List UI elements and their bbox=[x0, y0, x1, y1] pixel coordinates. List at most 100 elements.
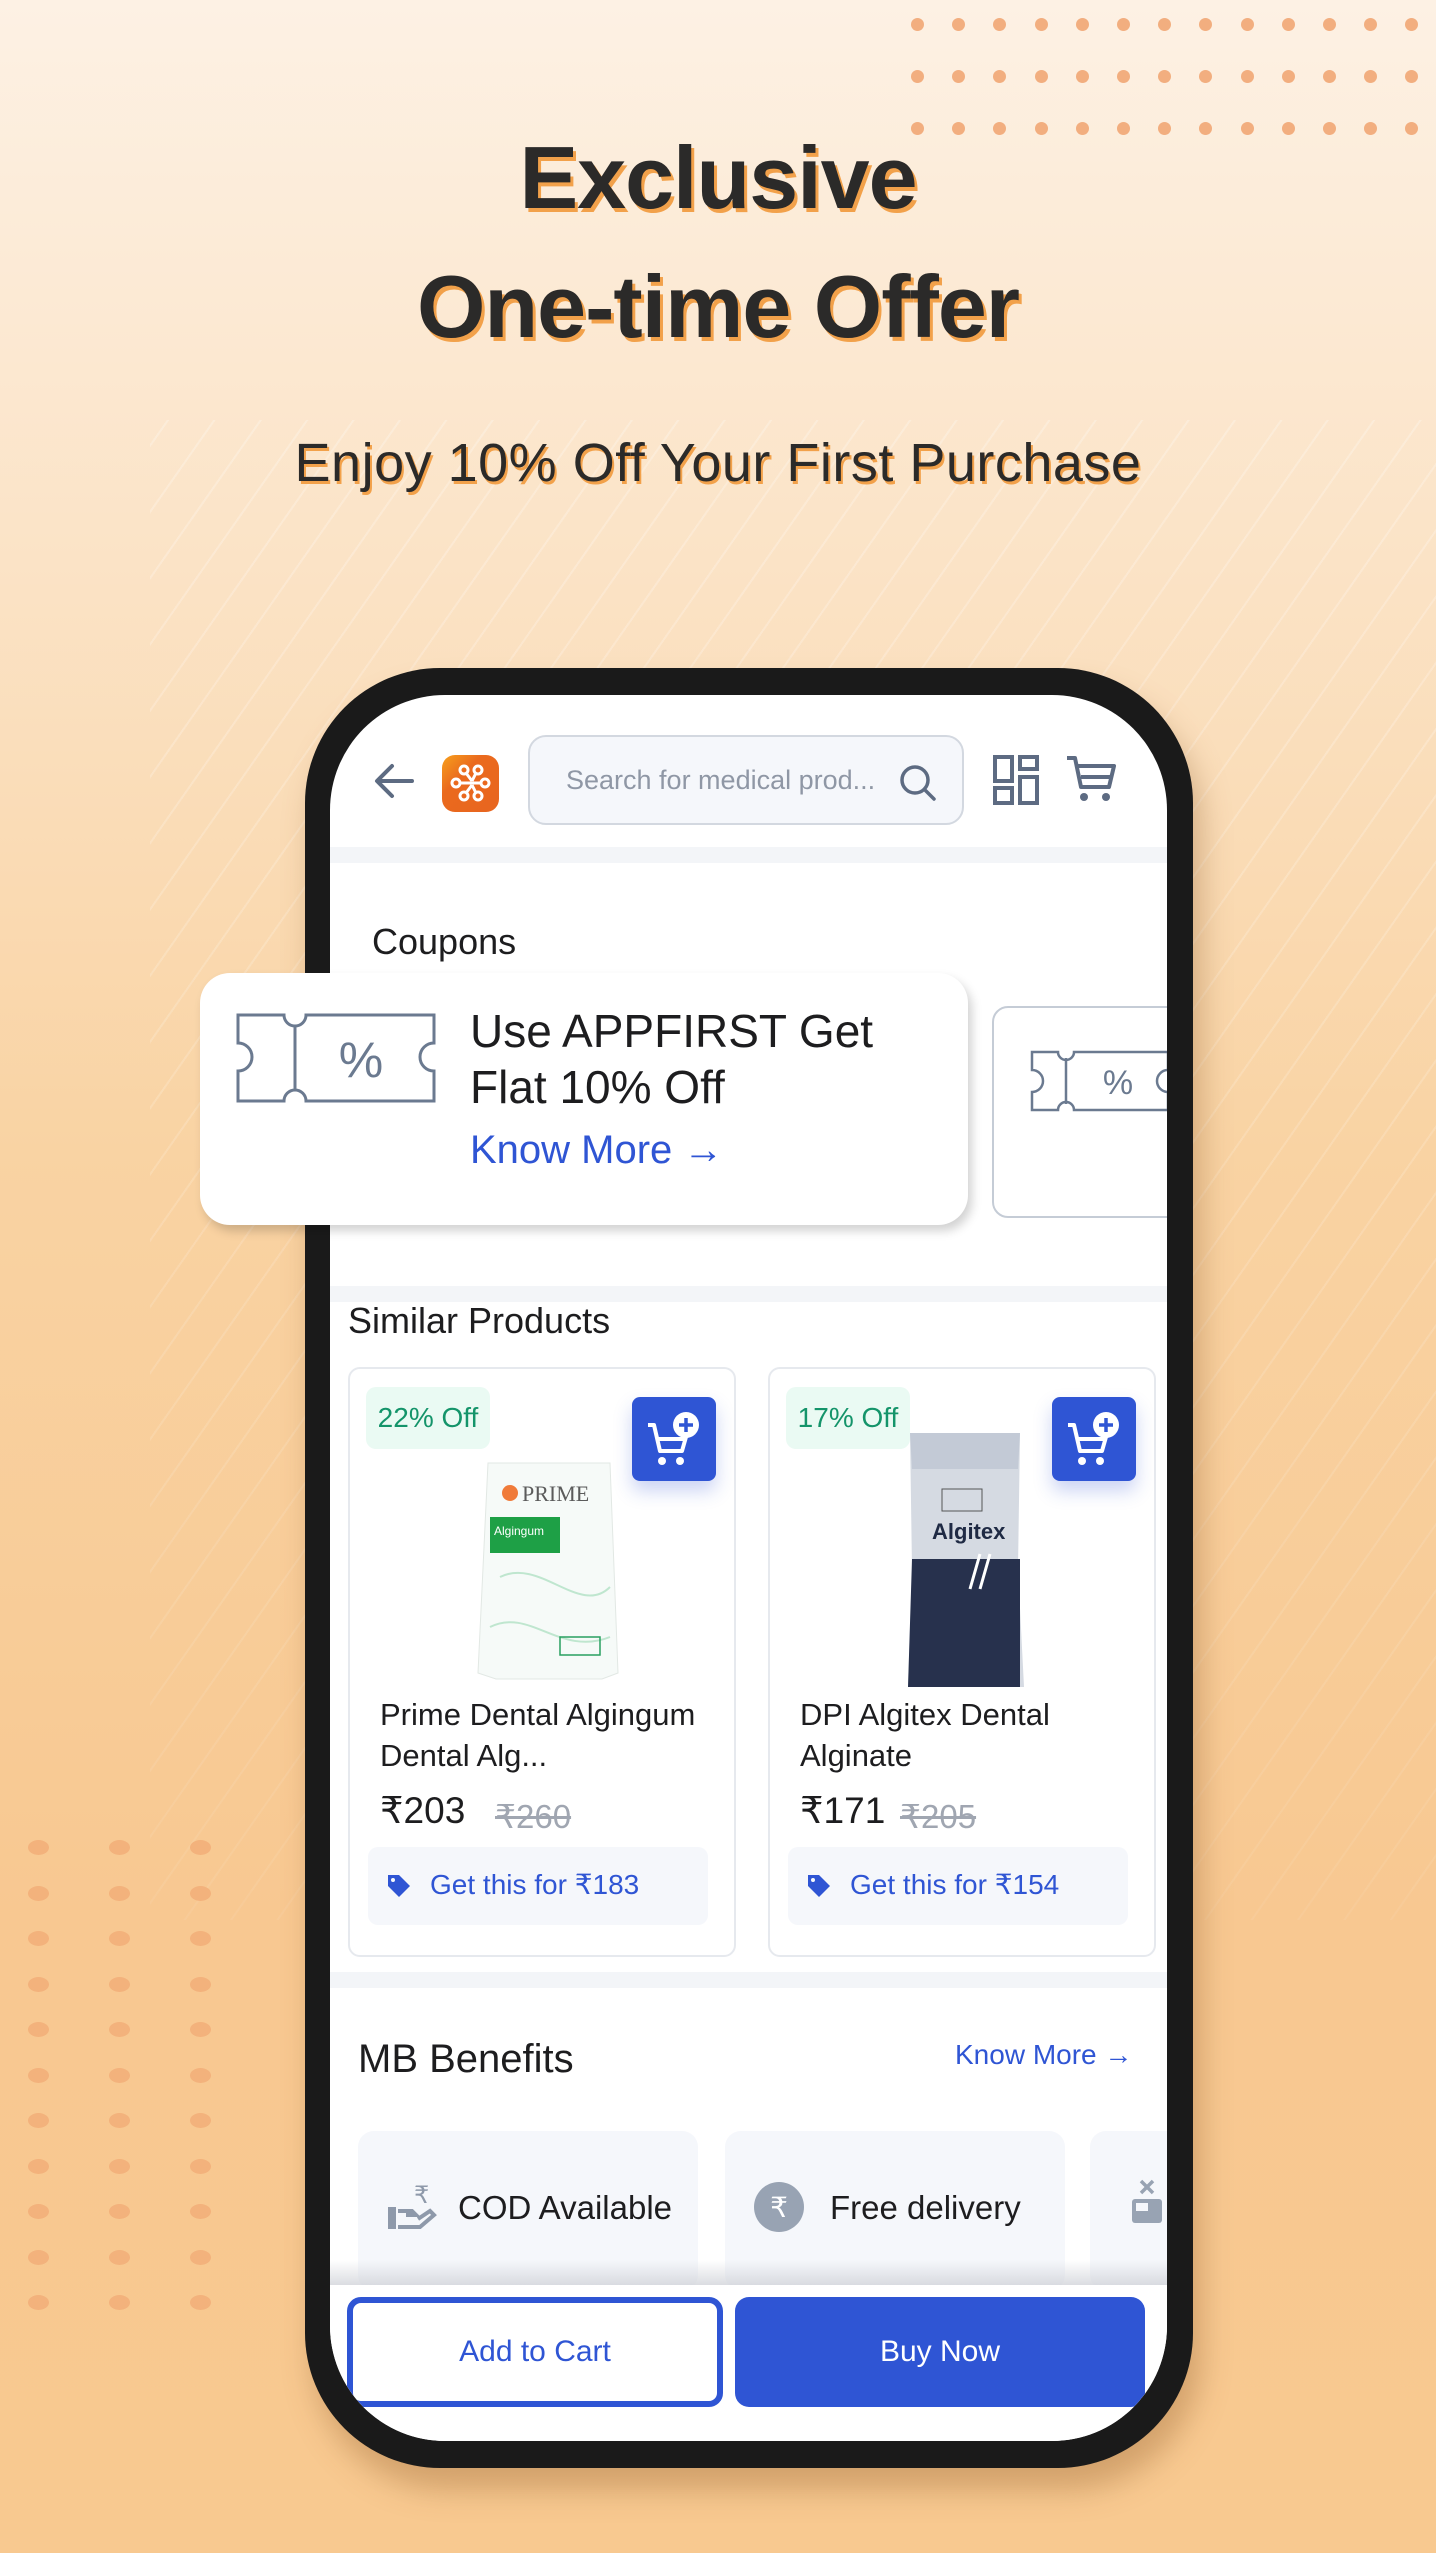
decorative-dot bbox=[28, 2113, 49, 2128]
decorative-dot bbox=[1075, 18, 1089, 31]
decorative-dots-left bbox=[28, 1840, 228, 2540]
decorative-dot bbox=[28, 2295, 49, 2310]
product-card[interactable]: 22% Off PRIME Algingum Prime Dental Algi… bbox=[348, 1367, 736, 1957]
decorative-dot bbox=[1158, 70, 1172, 83]
decorative-dot bbox=[1199, 18, 1213, 31]
product-card[interactable]: 17% Off Algitex DPI Algitex Dental Algin… bbox=[768, 1367, 1156, 1957]
add-to-cart-button[interactable] bbox=[1052, 1397, 1136, 1481]
decorative-dot bbox=[1405, 18, 1419, 31]
coupon-card-featured[interactable]: % Use APPFIRST Get Flat 10% Off Know Mor… bbox=[200, 973, 968, 1225]
tag-icon bbox=[808, 1875, 830, 1897]
decorative-dot bbox=[28, 2022, 49, 2037]
decorative-dot bbox=[1117, 70, 1130, 83]
decorative-dot bbox=[1240, 70, 1254, 83]
cash-hand-icon: ₹ bbox=[388, 2181, 437, 2229]
search-input[interactable]: Search for medical prod... bbox=[528, 735, 964, 825]
decorative-dot bbox=[1323, 70, 1336, 83]
app-logo-icon[interactable] bbox=[442, 755, 499, 812]
phone-screen: Search for medical prod... Coupons % Sim… bbox=[330, 695, 1167, 2441]
rupee-circle-icon: ₹ bbox=[754, 2182, 804, 2232]
decorative-dot bbox=[28, 1931, 49, 1946]
arrow-left-icon[interactable] bbox=[372, 761, 416, 801]
product-name[interactable]: Prime Dental Algingum Dental Alg... bbox=[380, 1694, 720, 1776]
tag-icon bbox=[388, 1875, 410, 1897]
decorative-dot bbox=[109, 2295, 130, 2310]
headline-line1: Exclusive bbox=[519, 128, 917, 227]
coupon-know-more-link[interactable]: Know More → bbox=[470, 1128, 723, 1173]
decorative-dot bbox=[190, 2022, 211, 2037]
decorative-dot bbox=[109, 1885, 130, 1901]
decorative-dot bbox=[190, 2158, 211, 2174]
decorative-dot bbox=[109, 2067, 130, 2083]
product-name[interactable]: DPI Algitex Dental Alginate bbox=[800, 1694, 1140, 1776]
decorative-dot bbox=[911, 18, 924, 31]
scroll-fade bbox=[330, 2260, 1167, 2285]
decorative-dot bbox=[28, 2204, 49, 2219]
svg-text:Algingum: Algingum bbox=[494, 1524, 544, 1538]
decorative-dot bbox=[190, 1840, 211, 1855]
offer-price-chip[interactable]: Get this for ₹154 bbox=[788, 1847, 1128, 1925]
decorative-dot bbox=[28, 1976, 49, 1992]
decorative-dot bbox=[190, 2113, 211, 2128]
product-price: ₹203 bbox=[380, 1790, 466, 1831]
decorative-dot bbox=[1075, 70, 1089, 83]
decorative-dot bbox=[190, 2295, 211, 2310]
bottom-action-bar: Add to Cart Buy Now bbox=[330, 2285, 1167, 2441]
discount-badge: 17% Off bbox=[786, 1387, 910, 1449]
decorative-dot bbox=[1034, 70, 1048, 83]
decorative-dot bbox=[1281, 70, 1295, 83]
decorative-dot bbox=[911, 70, 924, 83]
similar-products-title: Similar Products bbox=[348, 1300, 611, 1341]
decorative-dot bbox=[109, 2113, 130, 2128]
offer-price-chip[interactable]: Get this for ₹183 bbox=[368, 1847, 708, 1925]
phone-frame: Search for medical prod... Coupons % Sim… bbox=[305, 668, 1193, 2468]
product-image: Algitex bbox=[908, 1433, 1024, 1687]
app-header: Search for medical prod... bbox=[330, 695, 1167, 845]
section-divider bbox=[330, 847, 1167, 863]
decorative-dot bbox=[190, 2067, 211, 2083]
coupon-ticket-icon: % bbox=[1030, 1050, 1167, 1112]
decorative-dot bbox=[1323, 18, 1336, 31]
benefit-label: Free delivery bbox=[830, 2189, 1021, 2226]
benefit-label: COD Available bbox=[458, 2189, 673, 2226]
discount-badge: 22% Off bbox=[366, 1387, 490, 1449]
offer-price-text: Get this for ₹154 bbox=[850, 1869, 1060, 1900]
product-mrp: ₹205 bbox=[900, 1798, 977, 1835]
offer-price-text: Get this for ₹183 bbox=[430, 1869, 640, 1900]
decorative-dot bbox=[1199, 70, 1213, 83]
decorative-dot bbox=[993, 18, 1007, 31]
decorative-dot bbox=[190, 2204, 211, 2219]
decorative-dot bbox=[28, 1885, 49, 1901]
decorative-dot bbox=[1240, 18, 1254, 31]
decorative-dot bbox=[28, 1840, 49, 1855]
search-placeholder: Search for medical prod... bbox=[566, 765, 876, 795]
benefits-know-more-link[interactable]: Know More → bbox=[955, 2039, 1132, 2071]
product-price: ₹171 bbox=[800, 1790, 886, 1831]
decorative-dot bbox=[952, 18, 966, 31]
decorative-dot bbox=[1281, 18, 1295, 31]
buy-now-button[interactable]: Buy Now bbox=[735, 2297, 1145, 2407]
product-mrp: ₹260 bbox=[495, 1798, 572, 1835]
no-return-box-icon bbox=[1132, 2179, 1162, 2223]
cart-plus-icon bbox=[1068, 1412, 1119, 1465]
decorative-dot bbox=[28, 2158, 49, 2174]
decorative-dot bbox=[28, 2067, 49, 2083]
coupon-card[interactable]: % bbox=[992, 1006, 1167, 1218]
decorative-dot bbox=[190, 2249, 211, 2265]
decorative-dot bbox=[1158, 18, 1172, 31]
add-to-cart-button[interactable] bbox=[632, 1397, 716, 1481]
subheadline: Enjoy 10% Off Your First Purchase bbox=[294, 433, 1142, 493]
decorative-dot bbox=[109, 1840, 130, 1855]
search-icon[interactable] bbox=[898, 763, 938, 803]
decorative-dot bbox=[28, 2249, 49, 2265]
decorative-dot bbox=[109, 2158, 130, 2174]
add-to-cart-button[interactable]: Add to Cart bbox=[347, 2297, 723, 2407]
svg-text:₹: ₹ bbox=[770, 2191, 788, 2224]
decorative-dot bbox=[109, 1976, 130, 1992]
svg-text:PRIME: PRIME bbox=[522, 1481, 589, 1506]
decorative-dot bbox=[109, 1931, 130, 1946]
cart-icon[interactable] bbox=[1065, 753, 1117, 805]
qr-scan-icon[interactable] bbox=[993, 755, 1039, 805]
decorative-dot bbox=[993, 70, 1007, 83]
decorative-dot bbox=[190, 1885, 211, 1901]
